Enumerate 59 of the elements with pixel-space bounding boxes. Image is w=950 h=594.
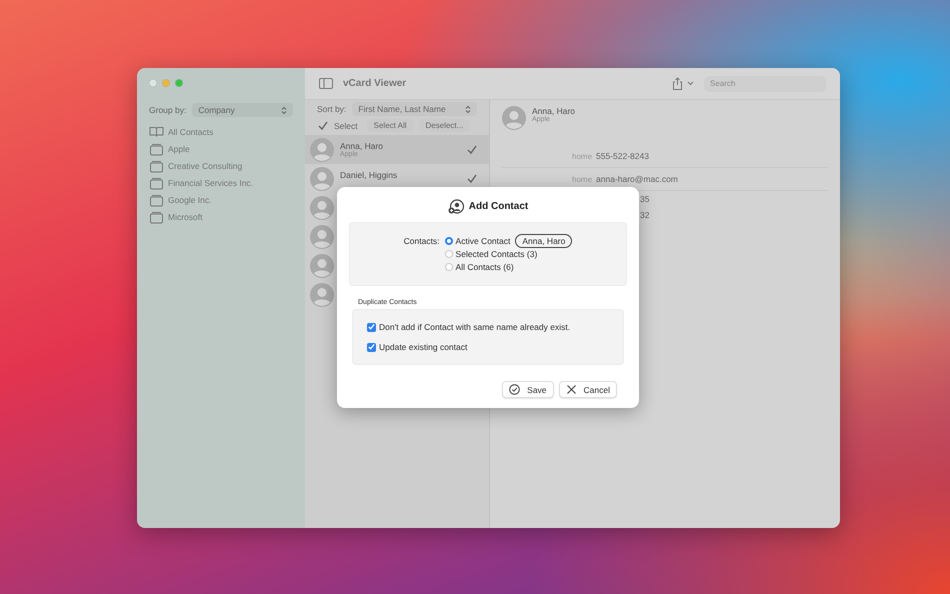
toolbar-button[interactable]: Deselect...: [418, 119, 470, 132]
updown-icon: [465, 104, 471, 114]
select-toggle[interactable]: Select: [317, 120, 358, 131]
contact-name: Anna, Haro: [340, 141, 384, 151]
radio-button[interactable]: Selected Contacts (3): [444, 249, 538, 259]
sidebar-item[interactable]: All Contacts: [149, 124, 293, 140]
avatar-icon: [310, 196, 334, 220]
field-label: home: [572, 152, 592, 160]
folder-icon: [149, 210, 164, 224]
field-label: home: [572, 174, 592, 184]
dialog-title: Add Contact: [468, 201, 528, 212]
checkmark-icon: [317, 120, 328, 131]
sidebar-item[interactable]: Creative Consulting: [149, 158, 293, 174]
checkbox[interactable]: Update existing contact: [367, 342, 623, 352]
field-value: 35: [640, 194, 650, 204]
folder-icon: [149, 159, 164, 173]
field-value: 32: [640, 210, 650, 220]
sort-by-label: Sort by:: [317, 104, 346, 114]
person-add-icon: [448, 199, 464, 214]
field-value: 555-522-8243: [596, 151, 649, 161]
sidebar-toggle-icon: [319, 78, 333, 89]
avatar-icon: [310, 166, 334, 190]
checkmark-icon: [368, 343, 375, 351]
checkbox[interactable]: Don't add if Contact with same name already exist.: [367, 322, 623, 332]
radio-button[interactable]: All Contacts (6): [444, 262, 514, 272]
avatar-icon: [310, 254, 334, 278]
updown-icon: [281, 106, 287, 114]
close-icon: [566, 384, 577, 395]
avatar-icon: [310, 282, 334, 306]
folder-icon: [149, 193, 164, 207]
sidebar-item[interactable]: Apple: [149, 141, 293, 157]
checkmark-circle-icon: [509, 384, 520, 395]
group-by-dropdown[interactable]: Company: [192, 103, 293, 117]
avatar-icon: [310, 138, 334, 162]
group-by-label: Group by:: [149, 105, 186, 115]
sidebar-item[interactable]: Google Inc.: [149, 192, 293, 208]
avatar-icon: [502, 106, 526, 130]
cancel-button[interactable]: Cancel: [558, 381, 617, 398]
checkmark-icon: [368, 323, 375, 331]
radio-button[interactable]: Active Contact: [444, 236, 510, 246]
window-title: vCard Viewer: [343, 78, 406, 89]
save-button[interactable]: Save: [502, 381, 554, 398]
contacts-label: Contacts:: [404, 234, 440, 248]
sort-by-dropdown[interactable]: First Name, Last Name: [352, 102, 477, 116]
folder-icon: [149, 176, 164, 190]
chevron-icon: [687, 81, 694, 86]
contact-name: Daniel, Higgins: [340, 170, 398, 180]
book-icon: [149, 125, 164, 139]
contact-token: Anna, Haro: [515, 234, 572, 248]
folder-icon: [149, 142, 164, 156]
share-button[interactable]: [672, 77, 694, 90]
share-icon: [672, 77, 683, 90]
sidebar-item[interactable]: Financial Services Inc.: [149, 175, 293, 191]
sidebar-item[interactable]: Microsoft: [149, 209, 293, 225]
field-value: anna-haro@mac.com: [596, 174, 678, 184]
toolbar-button[interactable]: Select All: [366, 119, 414, 132]
avatar-icon: [310, 224, 334, 248]
search-field[interactable]: Search: [704, 76, 826, 92]
contact-name: Anna, Haro: [532, 106, 576, 116]
